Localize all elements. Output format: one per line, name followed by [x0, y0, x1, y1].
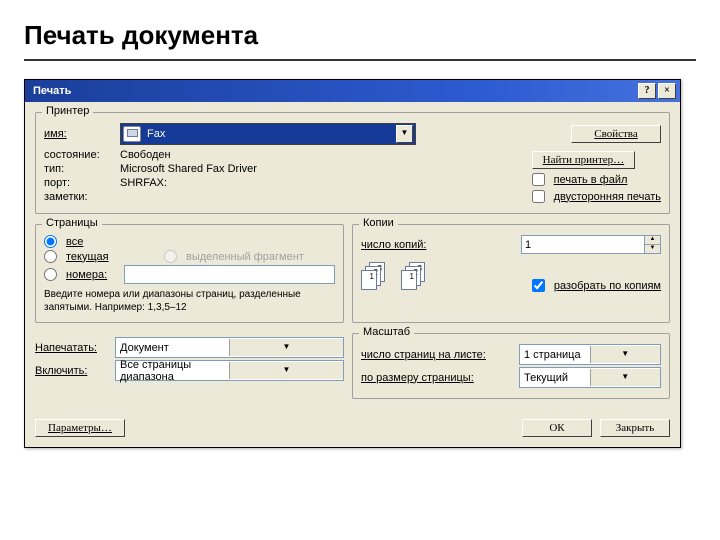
print-to-file-label: печать в файл [554, 174, 628, 186]
pages-selection-label: выделенный фрагмент [186, 251, 304, 263]
collate-icon: 321 [361, 262, 385, 292]
per-sheet-select[interactable]: 1 страница▼ [519, 344, 661, 365]
pages-all-radio[interactable] [44, 235, 57, 248]
pages-hint: Введите номера или диапазоны страниц, ра… [44, 288, 335, 314]
pages-selection-row: выделенный фрагмент [164, 250, 304, 263]
type-label: тип: [44, 163, 120, 175]
state-value: Свободен [120, 149, 171, 161]
port-value: SHRFAX: [120, 177, 167, 189]
collate-icon: 321 [401, 262, 425, 292]
find-printer-button[interactable]: Найти принтер… [532, 151, 636, 169]
pages-selection-radio [164, 250, 177, 263]
properties-button[interactable]: Свойства [571, 125, 661, 143]
pages-current-row[interactable]: текущая [44, 250, 164, 263]
print-what-label: Напечатать: [35, 342, 115, 354]
pages-numbers-radio[interactable] [44, 268, 57, 281]
chevron-down-icon: ▼ [229, 339, 343, 356]
copies-legend: Копии [359, 217, 398, 229]
pages-group: Страницы все текущая [35, 224, 344, 323]
pages-numbers-input[interactable] [124, 265, 335, 284]
collate-checkbox[interactable] [532, 279, 545, 292]
pages-legend: Страницы [42, 217, 102, 229]
printer-group: Принтер имя: Fax ▼ Свойства состояние:Св… [35, 112, 670, 214]
pages-current-label: текущая [66, 251, 109, 263]
printer-legend: Принтер [42, 105, 93, 117]
printer-icon [123, 126, 141, 142]
fit-label: по размеру страницы: [361, 372, 474, 384]
pages-all-label: все [66, 236, 83, 248]
copies-group: Копии число копий: 1 ▲▼ 321 321 [352, 224, 670, 323]
print-to-file-checkbox[interactable] [532, 173, 545, 186]
printer-name-value: Fax [147, 128, 165, 140]
include-select[interactable]: Все страницы диапазона▼ [115, 360, 344, 381]
ok-button[interactable]: ОК [522, 419, 592, 437]
slide-title: Печать документа [24, 20, 696, 51]
pages-all-row[interactable]: все [44, 235, 164, 248]
per-sheet-value: 1 страница [520, 349, 590, 361]
printer-name-select[interactable]: Fax ▼ [120, 123, 416, 145]
chevron-down-icon: ▼ [590, 346, 661, 363]
copies-count-spinner[interactable]: 1 ▲▼ [521, 235, 661, 254]
chevron-down-icon: ▼ [590, 369, 661, 386]
chevron-down-icon: ▼ [396, 125, 413, 143]
duplex-row[interactable]: двусторонняя печать [532, 190, 661, 203]
collate-row[interactable]: разобрать по копиям [532, 279, 661, 292]
fit-value: Текущий [520, 372, 590, 384]
include-label: Включить: [35, 365, 115, 377]
print-what-select[interactable]: Документ▼ [115, 337, 344, 358]
port-label: порт: [44, 177, 120, 189]
pages-numbers-row[interactable]: номера: [44, 268, 124, 281]
dialog-title: Печать [33, 85, 71, 97]
copies-count-label: число копий: [361, 239, 426, 251]
close-dialog-button[interactable]: Закрыть [600, 419, 670, 437]
help-button[interactable]: ? [638, 83, 656, 99]
scale-legend: Масштаб [359, 326, 414, 338]
scale-group: Масштаб число страниц на листе: 1 страни… [352, 333, 670, 399]
collate-label: разобрать по копиям [554, 280, 661, 292]
name-label: имя: [44, 128, 120, 140]
pages-current-radio[interactable] [44, 250, 57, 263]
fit-select[interactable]: Текущий▼ [519, 367, 661, 388]
chevron-down-icon: ▼ [229, 362, 343, 379]
spin-down-icon[interactable]: ▼ [645, 245, 660, 253]
type-value: Microsoft Shared Fax Driver [120, 163, 257, 175]
print-dialog: Печать ? × Принтер имя: Fax ▼ Свойства [24, 79, 681, 448]
state-label: состояние: [44, 149, 120, 161]
duplex-checkbox[interactable] [532, 190, 545, 203]
notes-label: заметки: [44, 191, 120, 203]
per-sheet-label: число страниц на листе: [361, 349, 486, 361]
pages-numbers-label: номера: [66, 269, 107, 281]
print-to-file-row[interactable]: печать в файл [532, 173, 628, 186]
include-value: Все страницы диапазона [116, 359, 229, 383]
duplex-label: двусторонняя печать [554, 191, 661, 203]
copies-count-value: 1 [525, 239, 531, 251]
title-rule [24, 59, 696, 61]
close-button[interactable]: × [658, 83, 676, 99]
spin-up-icon[interactable]: ▲ [645, 236, 660, 245]
print-what-value: Документ [116, 342, 229, 354]
dialog-footer: Параметры… ОК Закрыть [25, 415, 680, 447]
titlebar: Печать ? × [25, 80, 680, 102]
options-button[interactable]: Параметры… [35, 419, 125, 437]
